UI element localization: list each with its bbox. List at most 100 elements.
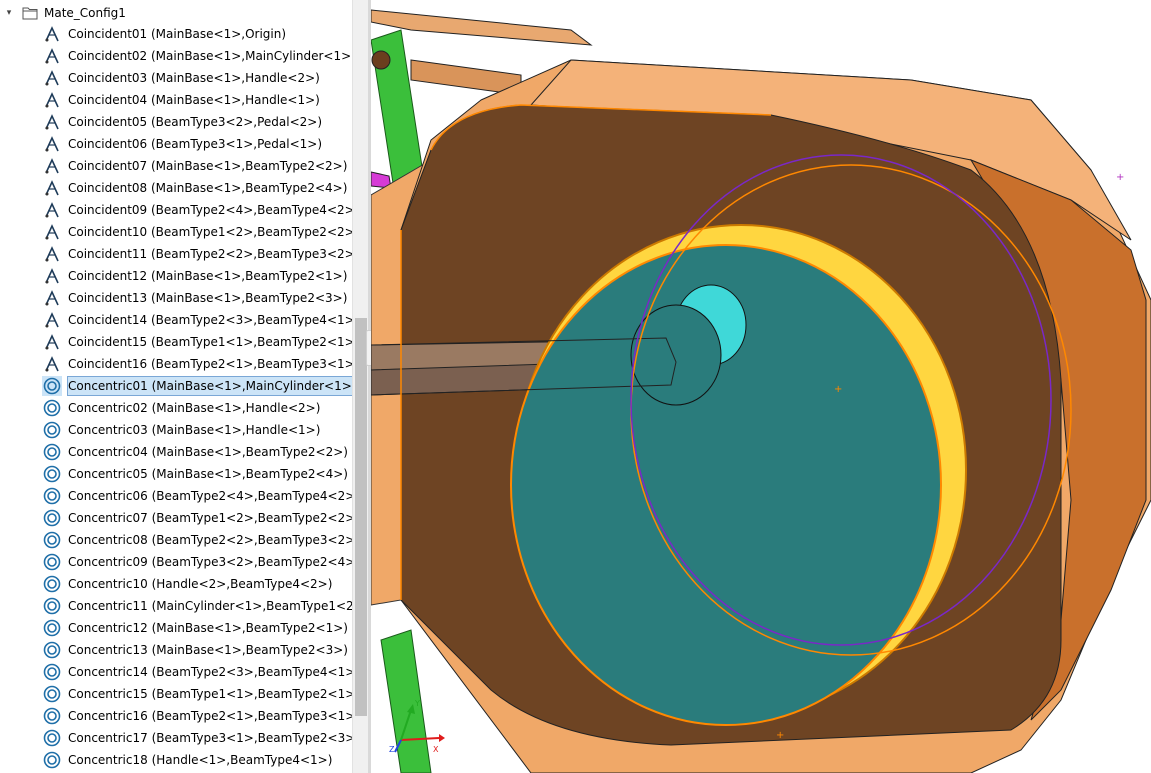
tree-item-label: Concentric17 (BeamType3<1>,BeamType2<3>) [68,731,352,745]
concentric-mate-icon [42,398,62,418]
tree-item-label: Coincident04 (MainBase<1>,Handle<1>) [68,93,320,107]
tree-item-concentric[interactable]: Concentric05 (MainBase<1>,BeamType2<4>) [42,464,351,484]
coincident-mate-icon [42,178,62,198]
tree-item-concentric[interactable]: Concentric18 (Handle<1>,BeamType4<1>) [42,750,335,770]
tree-item-concentric[interactable]: Concentric09 (BeamType3<2>,BeamType2<4>) [42,552,352,572]
tree-item-label: Coincident14 (BeamType2<3>,BeamType4<1>) [68,313,352,327]
tree-item-concentric[interactable]: Concentric17 (BeamType3<1>,BeamType2<3>) [42,728,352,748]
tree-item-label: Concentric03 (MainBase<1>,Handle<1>) [68,423,321,437]
coincident-mate-icon [42,156,62,176]
tree-item-label: Coincident09 (BeamType2<4>,BeamType4<2>) [68,203,352,217]
tree-item-coincident[interactable]: Coincident06 (BeamType3<1>,Pedal<1>) [42,134,325,154]
concentric-mate-icon [42,376,62,396]
coincident-mate-icon [42,288,62,308]
tree-item-label: Concentric07 (BeamType1<2>,BeamType2<2>) [68,511,352,525]
scrollbar-thumb[interactable] [355,318,367,716]
tree-item-label: Concentric11 (MainCylinder<1>,BeamType1<… [68,599,352,613]
tree-item-label: Concentric04 (MainBase<1>,BeamType2<2>) [68,445,348,459]
concentric-mate-icon [42,508,62,528]
folder-icon [22,7,38,20]
tree-item-concentric[interactable]: Concentric10 (Handle<2>,BeamType4<2>) [42,574,335,594]
concentric-mate-icon [42,684,62,704]
tree-item-coincident[interactable]: Coincident12 (MainBase<1>,BeamType2<1>) [42,266,350,286]
tree-root-mate-config[interactable]: ▾ Mate_Config1 [0,2,126,24]
tree-item-concentric[interactable]: Concentric16 (BeamType2<1>,BeamType3<1>) [42,706,352,726]
coincident-mate-icon [42,112,62,132]
tree-item-coincident[interactable]: Coincident15 (BeamType1<1>,BeamType2<1>) [42,332,352,352]
tree-item-coincident[interactable]: Coincident03 (MainBase<1>,Handle<2>) [42,68,323,88]
coincident-mate-icon [42,24,62,44]
tree-item-label: Coincident11 (BeamType2<2>,BeamType3<2>) [68,247,352,261]
tree-item-label: Coincident13 (MainBase<1>,BeamType2<3>) [68,291,348,305]
coincident-mate-icon [42,46,62,66]
tree-item-concentric[interactable]: Concentric14 (BeamType2<3>,BeamType4<1>) [42,662,352,682]
tree-item-label: Concentric05 (MainBase<1>,BeamType2<4>) [68,467,348,481]
tree-root-label: Mate_Config1 [44,6,126,20]
tree-item-concentric[interactable]: Concentric08 (BeamType2<2>,BeamType3<2>) [42,530,352,550]
svg-text:+: + [776,730,784,741]
tree-item-concentric-selected[interactable]: Concentric01 (MainBase<1>,MainCylinder<1… [42,376,352,396]
svg-text:X: X [433,745,439,754]
concentric-mate-icon [42,662,62,682]
feature-tree: ▾ Mate_Config1 Coincident01 (MainBase<1>… [0,0,352,773]
tree-item-coincident[interactable]: Coincident09 (BeamType2<4>,BeamType4<2>) [42,200,352,220]
tree-item-coincident[interactable]: Coincident07 (MainBase<1>,BeamType2<2>) [42,156,350,176]
cyan-boss-hole [630,304,722,406]
coincident-mate-icon [42,200,62,220]
tree-item-coincident[interactable]: Coincident05 (BeamType3<2>,Pedal<2>) [42,112,325,132]
tree-item-label: Coincident06 (BeamType3<1>,Pedal<1>) [68,137,323,151]
coincident-mate-icon [42,68,62,88]
tree-item-coincident[interactable]: Coincident08 (MainBase<1>,BeamType2<4>) [42,178,350,198]
tree-item-concentric[interactable]: Concentric11 (MainCylinder<1>,BeamType1<… [42,596,352,616]
svg-text:Y: Y [414,699,420,708]
tree-item-concentric[interactable]: Concentric03 (MainBase<1>,Handle<1>) [42,420,323,440]
tree-item-label: Coincident07 (MainBase<1>,BeamType2<2>) [68,159,348,173]
tree-item-label: Coincident08 (MainBase<1>,BeamType2<4>) [68,181,348,195]
tree-item-concentric[interactable]: Concentric12 (MainBase<1>,BeamType2<1>) [42,618,351,638]
tree-item-label: Coincident01 (MainBase<1>,Origin) [68,27,287,41]
concentric-mate-icon [42,442,62,462]
coincident-mate-icon [42,354,62,374]
tree-item-label: Coincident16 (BeamType2<1>,BeamType3<1>) [68,357,352,371]
coincident-mate-icon [42,332,62,352]
tree-item-label: Concentric18 (Handle<1>,BeamType4<1>) [68,753,333,767]
tree-item-label: Concentric01 (MainBase<1>,MainCylinder<1… [66,376,352,396]
tree-item-coincident[interactable]: Coincident16 (BeamType2<1>,BeamType3<1>) [42,354,352,374]
tree-item-coincident[interactable]: Coincident01 (MainBase<1>,Origin) [42,24,289,44]
concentric-mate-icon [42,530,62,550]
coincident-mate-icon [42,134,62,154]
tree-item-coincident[interactable]: Coincident02 (MainBase<1>,MainCylinder<1… [42,46,352,66]
concentric-mate-icon [42,552,62,572]
concentric-mate-icon [42,574,62,594]
tree-item-label: Concentric10 (Handle<2>,BeamType4<2>) [68,577,333,591]
tree-item-concentric[interactable]: Concentric02 (MainBase<1>,Handle<2>) [42,398,323,418]
tree-item-label: Concentric06 (BeamType2<4>,BeamType4<2>) [68,489,352,503]
tree-item-label: Concentric08 (BeamType2<2>,BeamType3<2>) [68,533,352,547]
center-marker: + [834,384,842,395]
tree-item-coincident[interactable]: Coincident04 (MainBase<1>,Handle<1>) [42,90,323,110]
concentric-mate-icon [42,420,62,440]
tree-item-concentric[interactable]: Concentric06 (BeamType2<4>,BeamType4<2>) [42,486,352,506]
tree-item-coincident[interactable]: Coincident11 (BeamType2<2>,BeamType3<2>) [42,244,352,264]
concentric-mate-icon [42,486,62,506]
tree-item-label: Concentric12 (MainBase<1>,BeamType2<1>) [68,621,348,635]
tree-item-concentric[interactable]: Concentric04 (MainBase<1>,BeamType2<2>) [42,442,351,462]
tree-item-label: Coincident03 (MainBase<1>,Handle<2>) [68,71,320,85]
concentric-mate-icon [42,618,62,638]
tree-item-label: Concentric16 (BeamType2<1>,BeamType3<1>) [68,709,352,723]
bolt-hole [371,50,391,70]
tree-item-label: Coincident02 (MainBase<1>,MainCylinder<1… [68,49,352,63]
coincident-mate-icon [42,222,62,242]
tree-item-coincident[interactable]: Coincident14 (BeamType2<3>,BeamType4<1>) [42,310,352,330]
graphics-viewport[interactable]: + + + X Y Z [371,0,1151,773]
origin-marker: + [1116,172,1124,183]
tree-item-coincident[interactable]: Coincident10 (BeamType1<2>,BeamType2<2>) [42,222,352,242]
tree-item-coincident[interactable]: Coincident13 (MainBase<1>,BeamType2<3>) [42,288,350,308]
tree-item-concentric[interactable]: Concentric07 (BeamType1<2>,BeamType2<2>) [42,508,352,528]
tree-item-concentric[interactable]: Concentric13 (MainBase<1>,BeamType2<3>) [42,640,351,660]
collapse-arrow-icon[interactable]: ▾ [0,2,18,24]
tree-item-concentric[interactable]: Concentric15 (BeamType1<1>,BeamType2<1>) [42,684,352,704]
concentric-mate-icon [42,640,62,660]
tree-item-label: Coincident10 (BeamType1<2>,BeamType2<2>) [68,225,352,239]
concentric-mate-icon [42,728,62,748]
